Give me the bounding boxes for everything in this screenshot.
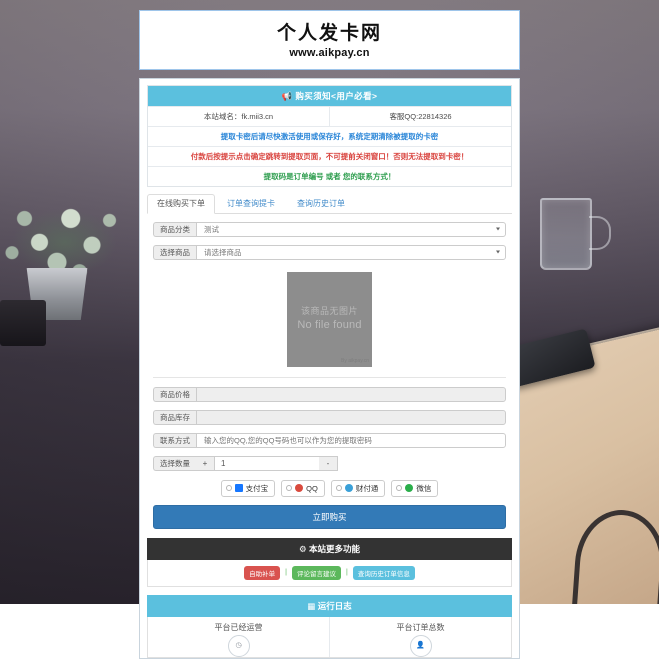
payment-label-alipay: 支付宝 — [246, 483, 269, 494]
pen-cup — [0, 300, 46, 346]
more-functions-header: ⚙ 本站更多功能 — [147, 538, 512, 560]
more-functions-panel: ⚙ 本站更多功能 自助补单 | 评论留言建议 | 查询历史订单信息 — [147, 538, 512, 587]
notice-info-row: 本站域名：fk.mii3.cn 客服QQ:22814326 — [148, 106, 511, 126]
contact-row: 联系方式 — [153, 433, 506, 448]
payment-label-tenpay: 财付通 — [356, 483, 379, 494]
quantity-decrease-button[interactable]: + — [196, 456, 215, 471]
chevron-down-icon — [496, 251, 500, 254]
tab-order-lookup[interactable]: 订单查询提卡 — [217, 194, 285, 213]
chip-separator: | — [346, 569, 348, 576]
alipay-icon — [235, 484, 243, 492]
purchase-notice-panel: 📢 购买须知<用户必看> 本站域名：fk.mii3.cn 客服QQ:228143… — [147, 85, 512, 187]
site-page: 个人发卡网 www.aikpay.cn 📢 购买须知<用户必看> 本站域名：fk… — [139, 10, 520, 659]
order-tabs: 在线购买下单 订单查询提卡 查询历史订单 — [147, 194, 512, 214]
product-selected-value: 请选择商品 — [204, 245, 242, 260]
payment-option-qq[interactable]: QQ — [281, 480, 325, 497]
notice-line-1: 提取卡密后请尽快激活使用或保存好，系统定期清除被提取的卡密 — [148, 126, 511, 146]
runtime-stats-header: ▦ 运行日志 — [147, 595, 512, 617]
price-row: 商品价格 — [153, 387, 506, 402]
stat-operating-time: 平台已经运营 ◷ — [148, 617, 329, 657]
qq-icon — [295, 484, 303, 492]
section-divider — [153, 377, 506, 378]
self-service-reorder-button[interactable]: 自助补单 — [244, 566, 280, 580]
category-label: 商品分类 — [153, 222, 196, 237]
stock-field — [196, 410, 506, 425]
tab-online-purchase[interactable]: 在线购买下单 — [147, 194, 215, 214]
site-logo-title: 个人发卡网 — [140, 23, 519, 45]
buy-now-button[interactable]: 立即购买 — [153, 505, 506, 529]
wechat-icon — [405, 484, 413, 492]
radio-tenpay[interactable] — [336, 485, 342, 491]
tab-order-history[interactable]: 查询历史订单 — [287, 194, 355, 213]
payment-label-qq: QQ — [306, 484, 318, 493]
stat-total-orders-label: 平台订单总数 — [330, 622, 511, 633]
product-image-area: 该商品无图片 No file found By aikpay.cn — [153, 268, 506, 377]
quantity-increase-button[interactable]: - — [319, 456, 338, 471]
megaphone-icon: 📢 — [282, 91, 293, 101]
purchase-notice-header-label: 购买须知<用户必看> — [295, 91, 377, 101]
order-history-lookup-button[interactable]: 查询历史订单信息 — [353, 566, 415, 580]
category-row: 商品分类 测试 — [153, 222, 506, 237]
main-content: 📢 购买须知<用户必看> 本站域名：fk.mii3.cn 客服QQ:228143… — [139, 78, 520, 659]
quantity-row: 选择数量 + 1 - — [153, 456, 506, 471]
clock-icon: ◷ — [228, 635, 250, 657]
service-qq-label: 客服QQ:22814326 — [329, 107, 511, 126]
purchase-notice-header: 📢 购买须知<用户必看> — [148, 86, 511, 106]
more-functions-links: 自助补单 | 评论留言建议 | 查询历史订单信息 — [147, 560, 512, 587]
runtime-stats-panel: ▦ 运行日志 平台已经运营 ◷ 平台订单总数 👤 — [147, 595, 512, 658]
category-selected-value: 测试 — [204, 222, 219, 237]
glass-mug — [540, 198, 592, 270]
user-icon: 👤 — [410, 635, 432, 657]
chevron-down-icon — [496, 228, 500, 231]
radio-qq[interactable] — [286, 485, 292, 491]
glass-mug-handle — [589, 216, 611, 250]
more-functions-header-label: 本站更多功能 — [309, 544, 360, 554]
product-row: 选择商品 请选择商品 — [153, 245, 506, 260]
radio-wechat[interactable] — [396, 485, 402, 491]
comments-suggestions-button[interactable]: 评论留言建议 — [292, 566, 341, 580]
payment-option-tenpay[interactable]: 财付通 — [331, 480, 386, 497]
runtime-stats-header-label: 运行日志 — [318, 601, 352, 611]
purchase-form: 商品分类 测试 选择商品 请选择商品 该商品无图片 No file found … — [147, 214, 512, 529]
chart-bar-icon: ▦ — [307, 601, 315, 611]
site-logo-url: www.aikpay.cn — [140, 47, 519, 59]
chip-separator: | — [285, 569, 287, 576]
no-image-cn-text: 该商品无图片 — [287, 272, 372, 317]
site-logo-panel: 个人发卡网 www.aikpay.cn — [139, 10, 520, 70]
no-image-en-text: No file found — [287, 319, 372, 331]
runtime-stats-body: 平台已经运营 ◷ 平台订单总数 👤 — [147, 617, 512, 658]
price-field — [196, 387, 506, 402]
quantity-input[interactable]: 1 — [215, 456, 319, 471]
radio-alipay[interactable] — [226, 485, 232, 491]
payment-option-alipay[interactable]: 支付宝 — [221, 480, 276, 497]
stock-row: 商品库存 — [153, 410, 506, 425]
stat-total-orders: 平台订单总数 👤 — [329, 617, 511, 657]
category-select[interactable]: 测试 — [196, 222, 506, 237]
product-select[interactable]: 请选择商品 — [196, 245, 506, 260]
site-domain-label: 本站域名：fk.mii3.cn — [148, 107, 329, 126]
quantity-label: 选择数量 — [153, 456, 196, 471]
payment-methods: 支付宝 QQ 财付通 微信 — [153, 480, 506, 497]
price-label: 商品价格 — [153, 387, 196, 402]
notice-line-3: 提取码是订单编号 或者 您的联系方式！ — [148, 166, 511, 186]
payment-label-wechat: 微信 — [416, 483, 431, 494]
payment-option-wechat[interactable]: 微信 — [391, 480, 438, 497]
stat-operating-time-label: 平台已经运营 — [148, 622, 329, 633]
image-watermark: By aikpay.cn — [341, 358, 369, 364]
product-label: 选择商品 — [153, 245, 196, 260]
contact-input[interactable] — [196, 433, 506, 448]
stock-label: 商品库存 — [153, 410, 196, 425]
notice-line-2: 付款后按提示点击确定跳转到提取页面，不可提前关闭窗口！否则无法提取到卡密！ — [148, 146, 511, 166]
gear-icon: ⚙ — [299, 544, 307, 554]
no-image-placeholder: 该商品无图片 No file found By aikpay.cn — [287, 272, 372, 367]
contact-label: 联系方式 — [153, 433, 196, 448]
tenpay-icon — [345, 484, 353, 492]
